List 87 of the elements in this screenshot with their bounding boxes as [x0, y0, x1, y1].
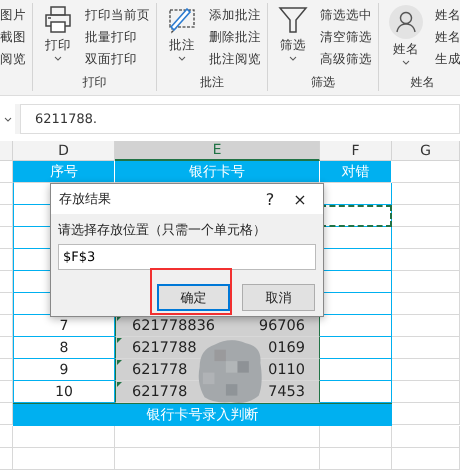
row-header[interactable]	[0, 426, 13, 448]
ribbon-button[interactable]: 截图	[0, 29, 28, 46]
table-cell	[320, 359, 392, 381]
group-label: 打印	[82, 74, 108, 91]
column-header[interactable]: E	[115, 141, 320, 161]
ribbon-big-button[interactable]: 姓名	[385, 3, 427, 74]
grid-cell	[392, 293, 460, 315]
row-header[interactable]	[0, 448, 13, 470]
header-cell: 对错	[320, 161, 392, 183]
column-header[interactable]: G	[392, 141, 460, 161]
corner-cell[interactable]	[0, 141, 13, 161]
close-button[interactable]: ×	[285, 188, 315, 210]
ribbon-button[interactable]: 姓名	[435, 29, 460, 46]
ribbon-button[interactable]: 添加批注	[209, 7, 261, 24]
ribbon-button[interactable]: 筛选选中	[320, 7, 372, 24]
ribbon-big-button[interactable]: 批注	[163, 3, 201, 74]
chevron-icon	[402, 60, 410, 65]
footer-cell: 银行卡号录入判断	[13, 403, 392, 426]
table-cell	[320, 337, 392, 359]
ribbon-button[interactable]: 阅览	[0, 51, 28, 68]
grid-cell	[320, 448, 392, 470]
card-number-start: 621778	[132, 362, 188, 378]
ribbon-button[interactable]: 删除批注	[209, 29, 261, 46]
help-button[interactable]: ?	[255, 188, 285, 210]
header-cell: 序号	[13, 161, 115, 183]
ribbon-button[interactable]: 姓名	[435, 7, 460, 24]
row-header[interactable]	[0, 315, 13, 337]
grid-cell	[392, 359, 460, 381]
prompt-label: 请选择存放位置（只需一个单元格）	[58, 222, 267, 239]
chevron-icon	[4, 116, 12, 122]
grid-cell	[392, 426, 460, 448]
column-header[interactable]: F	[320, 141, 392, 161]
row-header[interactable]	[0, 183, 13, 205]
header-cell: 银行卡号	[115, 161, 320, 183]
dialog-button[interactable]: 确定	[157, 284, 230, 311]
card-number-end: 0110	[268, 362, 305, 378]
ribbon-big-button[interactable]: 打印	[39, 3, 77, 74]
blur-patch	[198, 337, 262, 405]
ribbon-button[interactable]: 清空筛选	[320, 29, 372, 46]
grid-cell	[392, 249, 460, 271]
ribbon-button[interactable]: 批注阅览	[209, 51, 261, 68]
chevron-icon	[178, 56, 186, 61]
grid-cell	[392, 315, 460, 337]
ribbon-button[interactable]: 批量打印	[85, 29, 150, 46]
chevron-icon	[289, 56, 297, 61]
ribbon-button[interactable]: 图片	[0, 7, 28, 24]
grid-cell	[392, 448, 460, 470]
row-header[interactable]	[0, 359, 13, 381]
ribbon-button[interactable]: 打印当前页	[85, 7, 150, 24]
comment-pencil-icon	[167, 5, 197, 35]
grid-cell	[392, 161, 460, 183]
card-number-end: 96706	[258, 318, 305, 334]
chevron-icon	[54, 56, 62, 61]
row-header[interactable]	[0, 227, 13, 249]
column-header[interactable]: D	[13, 141, 115, 161]
row-header[interactable]	[0, 249, 13, 271]
ribbon-button[interactable]: 双面打印	[85, 51, 150, 68]
grid-cell	[392, 205, 460, 227]
card-number-start: 6217788	[132, 340, 197, 356]
row-header[interactable]	[0, 337, 13, 359]
group-label: 批注	[199, 74, 225, 91]
grid-cell	[392, 381, 460, 403]
printer-icon	[43, 5, 73, 35]
row-header[interactable]	[0, 381, 13, 403]
location-field[interactable]: $F$3	[58, 244, 316, 270]
user-avatar-icon	[389, 5, 423, 39]
card-number-start: 621778	[132, 384, 188, 400]
dialog-title: 存放结果	[59, 191, 112, 208]
dialog-button[interactable]: 取消	[242, 284, 315, 311]
row-header[interactable]	[0, 293, 13, 315]
grid-cell	[392, 403, 460, 425]
group-label: 姓名	[410, 74, 436, 91]
grid-cell	[392, 271, 460, 293]
ribbon-big-button[interactable]: 筛选	[274, 3, 312, 74]
grid-cell	[392, 337, 460, 359]
card-number-end: 0169	[268, 340, 305, 356]
grid-cell	[320, 426, 392, 448]
card-number-start: 621778836	[132, 318, 216, 334]
funnel-icon	[278, 5, 308, 35]
formula-field[interactable]: 6211788.	[20, 104, 460, 134]
ribbon-button[interactable]: 高级筛选	[320, 51, 372, 68]
row-header[interactable]	[0, 271, 13, 293]
row-header[interactable]	[0, 205, 13, 227]
grid-cell	[392, 183, 460, 205]
grid-cell	[392, 227, 460, 249]
group-label: 筛选	[310, 74, 336, 91]
card-number-end: 7453	[268, 384, 305, 400]
